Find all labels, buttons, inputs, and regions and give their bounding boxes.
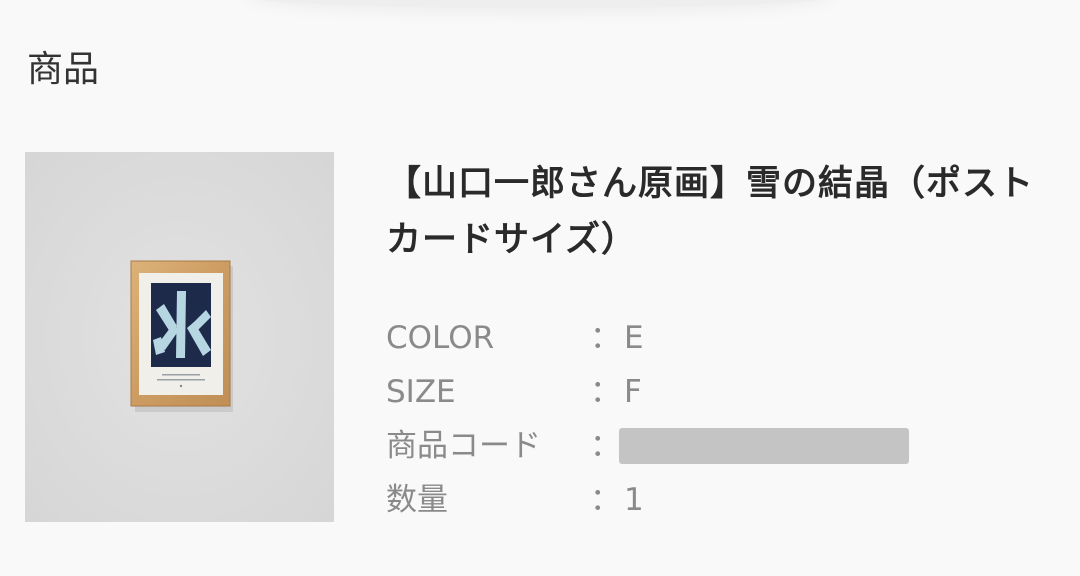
product-code-redacted: [619, 428, 909, 464]
size-value: F: [624, 374, 642, 410]
product-title: 【山口一郎さん原画】雪の結晶（ポストカードサイズ）: [386, 164, 1035, 260]
color-value: E: [624, 320, 644, 356]
quantity-separator: ：: [590, 482, 621, 518]
header-shadow: [250, 0, 830, 8]
color-separator: ：: [590, 320, 621, 356]
product-details: COLOR ： E SIZE ： F 商品コード ： 数量 ： 1: [386, 311, 946, 527]
size-separator: ：: [590, 374, 621, 410]
framed-artwork-illustration: [25, 152, 334, 522]
size-label: SIZE: [386, 374, 456, 410]
quantity-value: 1: [624, 482, 644, 518]
color-label: COLOR: [386, 320, 495, 356]
section-heading: 商品: [27, 49, 100, 90]
detail-row-size: SIZE ： F: [386, 365, 946, 419]
product-code-label: 商品コード: [386, 428, 541, 464]
quantity-label: 数量: [386, 482, 448, 518]
product-image[interactable]: [25, 152, 334, 522]
product-code-separator: ：: [590, 428, 621, 464]
detail-row-quantity: 数量 ： 1: [386, 473, 946, 527]
detail-row-product-code: 商品コード ：: [386, 419, 946, 473]
detail-row-color: COLOR ： E: [386, 311, 946, 365]
